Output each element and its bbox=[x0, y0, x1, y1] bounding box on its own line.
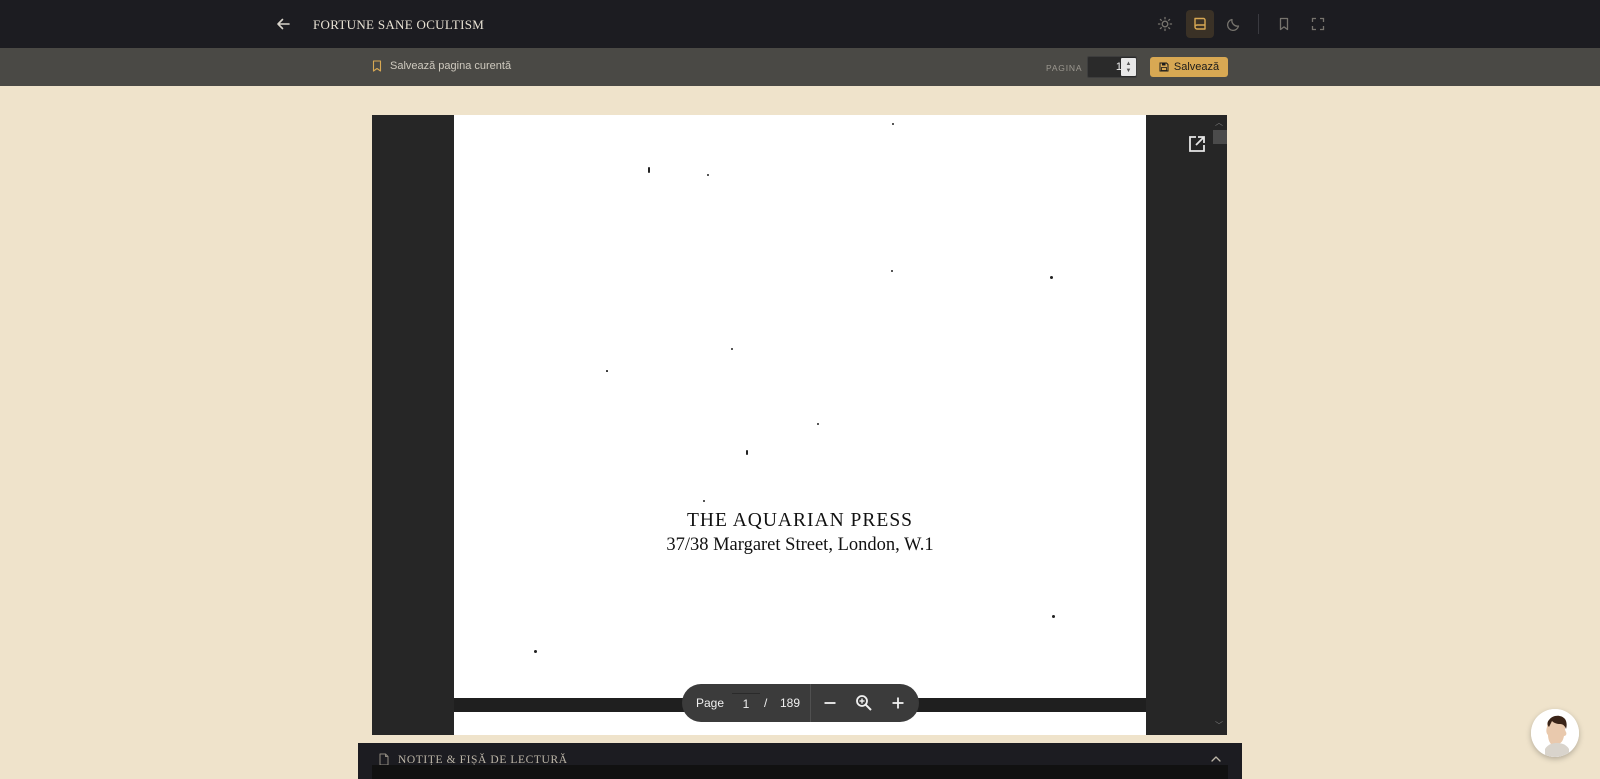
save-button-label: Salvează bbox=[1173, 61, 1220, 73]
page-number-input[interactable] bbox=[1088, 57, 1122, 77]
sun-icon bbox=[1157, 16, 1173, 32]
page-speck bbox=[534, 650, 537, 653]
page-speck bbox=[892, 123, 894, 125]
toolbar-divider bbox=[1258, 14, 1259, 34]
book-mode-icon bbox=[1194, 17, 1206, 30]
notes-panel: NOTIȚE & FIȘĂ DE LECTURĂ bbox=[358, 743, 1242, 779]
zoom-reset-button[interactable] bbox=[853, 693, 875, 713]
pagebar-divider bbox=[810, 684, 811, 722]
fullscreen-icon bbox=[1311, 17, 1325, 31]
page-speck bbox=[648, 167, 650, 173]
pdf-page: THE AQUARIAN PRESS 37/38 Margaret Street… bbox=[454, 115, 1146, 698]
bookmark-button[interactable] bbox=[1270, 10, 1298, 38]
fullscreen-button[interactable] bbox=[1304, 10, 1332, 38]
page-speck bbox=[817, 423, 819, 425]
back-arrow-icon bbox=[277, 18, 290, 30]
scroll-down-icon[interactable]: ﹀ bbox=[1215, 720, 1223, 731]
book-title: FORTUNE SANE OCULTISM bbox=[313, 17, 485, 32]
zoom-out-button[interactable] bbox=[819, 693, 841, 713]
zoom-in-button[interactable] bbox=[887, 693, 909, 713]
save-current-page-label: Salvează pagina curentă bbox=[390, 60, 512, 72]
bookmark-icon bbox=[1279, 17, 1289, 31]
chevron-up-icon[interactable] bbox=[1210, 754, 1222, 764]
save-current-page-link[interactable]: Salvează pagina curentă bbox=[372, 60, 511, 72]
open-external-button[interactable] bbox=[1186, 133, 1208, 155]
moon-icon bbox=[1226, 18, 1240, 32]
page-number-field: ▲ ▼ bbox=[1087, 56, 1137, 78]
minus-icon bbox=[824, 702, 836, 704]
page-speck bbox=[731, 348, 733, 350]
pdf-viewer[interactable]: THE AQUARIAN PRESS 37/38 Margaret Street… bbox=[372, 115, 1227, 735]
page-speck bbox=[891, 270, 893, 272]
save-button[interactable]: Salvează bbox=[1150, 57, 1228, 77]
page-speck bbox=[707, 174, 709, 176]
bust-portrait-icon bbox=[1531, 709, 1579, 757]
page-speck bbox=[1052, 615, 1055, 618]
page-speck bbox=[606, 370, 608, 372]
stepper-down-icon[interactable]: ▼ bbox=[1126, 68, 1132, 74]
notes-content bbox=[372, 765, 1228, 779]
page-speck bbox=[1050, 276, 1053, 279]
page-navigation-bar: Page / 189 bbox=[682, 684, 919, 722]
external-link-icon bbox=[1189, 136, 1205, 152]
page-separator: / bbox=[764, 696, 768, 710]
current-page-input[interactable] bbox=[732, 693, 760, 713]
sepia-theme-button[interactable] bbox=[1186, 10, 1214, 38]
page-label: PAGINA bbox=[1046, 63, 1083, 73]
viewer-scrollbar[interactable]: ︿ ﹀ bbox=[1210, 115, 1227, 735]
page-speck bbox=[746, 450, 748, 455]
page-speck bbox=[703, 500, 705, 502]
top-bar: FORTUNE SANE OCULTISM bbox=[0, 0, 1600, 48]
plus-icon bbox=[892, 697, 904, 709]
stepper-up-icon[interactable]: ▲ bbox=[1126, 61, 1132, 67]
progress-bar: Salvează pagina curentă PAGINA ▲ ▼ Salve… bbox=[0, 48, 1600, 86]
dark-theme-button[interactable] bbox=[1220, 10, 1248, 38]
back-button[interactable] bbox=[273, 14, 293, 34]
page-text-label: Page bbox=[696, 696, 725, 710]
scrollbar-thumb[interactable] bbox=[1213, 130, 1227, 144]
bookmark-outline-icon bbox=[372, 60, 382, 72]
notes-panel-title: NOTIȚE & FIȘĂ DE LECTURĂ bbox=[398, 753, 568, 766]
publisher-name: THE AQUARIAN PRESS bbox=[686, 510, 914, 531]
zoom-icon bbox=[856, 695, 872, 711]
floppy-disk-icon bbox=[1159, 62, 1169, 72]
scroll-up-icon[interactable]: ︿ bbox=[1215, 117, 1223, 128]
publisher-address: 37/38 Margaret Street, London, W.1 bbox=[666, 535, 934, 555]
page-stepper[interactable]: ▲ ▼ bbox=[1121, 58, 1136, 76]
total-pages: 189 bbox=[780, 696, 801, 710]
light-theme-button[interactable] bbox=[1151, 10, 1179, 38]
assistant-avatar-button[interactable] bbox=[1531, 709, 1579, 757]
